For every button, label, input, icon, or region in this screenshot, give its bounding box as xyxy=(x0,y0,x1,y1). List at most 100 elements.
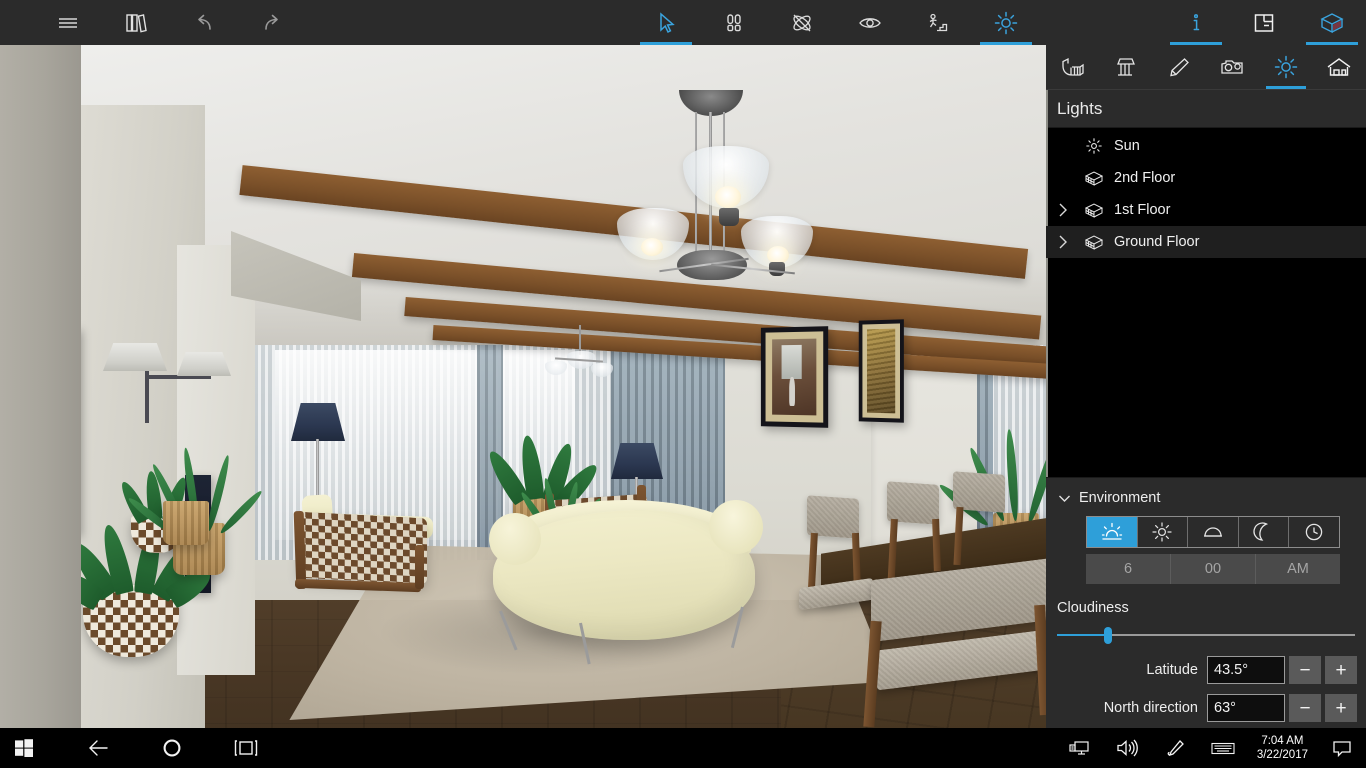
pencil-icon xyxy=(1170,58,1190,77)
chandelier-bulb xyxy=(715,186,741,208)
chandelier-bulb xyxy=(641,238,663,256)
time-hour-field[interactable]: 6 xyxy=(1086,554,1171,584)
toolbar-right-group xyxy=(1162,0,1366,45)
cortana-button[interactable] xyxy=(148,728,196,768)
tab-building[interactable] xyxy=(1313,45,1366,89)
painting-canvas xyxy=(772,338,817,416)
view-tool-button[interactable] xyxy=(836,0,904,45)
redo-button[interactable] xyxy=(238,0,306,45)
right-side-panel: Lights Sun 2nd Floor 1st Floor Ground Fl… xyxy=(1046,45,1366,728)
main-toolbar xyxy=(0,0,1366,45)
tray-pen-button[interactable] xyxy=(1151,728,1199,768)
back-button[interactable] xyxy=(74,728,122,768)
library-button[interactable] xyxy=(102,0,170,45)
tree-empty-area xyxy=(1046,258,1366,446)
environment-preset-group xyxy=(1086,516,1340,548)
chevron-right-icon[interactable] xyxy=(1046,234,1080,250)
circle-icon xyxy=(163,739,181,757)
task-view-button[interactable] xyxy=(222,728,270,768)
inspector-button[interactable] xyxy=(1162,0,1230,45)
environment-time-group: 6 00 AM xyxy=(1086,554,1340,584)
hamburger-icon xyxy=(59,17,77,28)
environment-section: Environment 6 00 AM Cloudiness Latitude … xyxy=(1046,477,1366,728)
paint-roller-icon xyxy=(1117,58,1135,76)
app-window: › xyxy=(0,0,1366,768)
hamburger-menu-button[interactable] xyxy=(34,0,102,45)
floor-stack-icon xyxy=(1080,201,1108,219)
tree-item-sun[interactable]: Sun xyxy=(1046,130,1366,162)
camera-icon xyxy=(1220,60,1243,74)
preset-sunset-button[interactable] xyxy=(1188,517,1239,547)
3d-render-viewport[interactable]: › xyxy=(0,45,1046,728)
floor-plan-view-button[interactable] xyxy=(1230,0,1298,45)
north-direction-decrement-button[interactable]: − xyxy=(1289,694,1321,722)
room-interior xyxy=(81,45,1046,728)
latitude-decrement-button[interactable]: − xyxy=(1289,656,1321,684)
orbit-atom-icon xyxy=(793,14,811,31)
windows-logo-icon xyxy=(15,739,33,757)
tree-item-label: Ground Floor xyxy=(1114,234,1200,250)
north-direction-input[interactable]: 63° xyxy=(1207,694,1285,722)
tab-lights[interactable] xyxy=(1259,45,1312,89)
preset-custom-time-button[interactable] xyxy=(1289,517,1339,547)
painting-canvas xyxy=(867,328,896,414)
tree-item-2nd-floor[interactable]: 2nd Floor xyxy=(1046,162,1366,194)
clock-time: 7:04 AM xyxy=(1261,735,1304,747)
sconce-lampshade xyxy=(177,352,231,376)
rendered-scene: › xyxy=(0,45,1046,728)
tree-item-label: 1st Floor xyxy=(1114,202,1171,218)
framed-painting xyxy=(760,326,829,428)
orbit-tool-button[interactable] xyxy=(768,0,836,45)
action-center-button[interactable] xyxy=(1318,728,1366,768)
slider-thumb[interactable] xyxy=(1103,627,1112,644)
undo-arrow-icon xyxy=(198,14,211,30)
armchair-wood-frame xyxy=(415,545,424,589)
sun-small-icon xyxy=(1080,137,1108,155)
moon-icon xyxy=(1253,522,1268,541)
cloudiness-slider[interactable] xyxy=(1057,624,1355,646)
clock-date: 3/22/2017 xyxy=(1256,749,1308,761)
chevron-right-icon[interactable] xyxy=(1046,202,1080,218)
eye-icon xyxy=(859,17,881,28)
tray-keyboard-button[interactable] xyxy=(1199,728,1247,768)
latitude-label: Latitude xyxy=(1146,662,1198,678)
preset-night-button[interactable] xyxy=(1239,517,1290,547)
lights-tree: Sun 2nd Floor 1st Floor Ground Floor xyxy=(1046,128,1366,446)
tray-network-button[interactable] xyxy=(1055,728,1103,768)
tree-item-1st-floor[interactable]: 1st Floor xyxy=(1046,194,1366,226)
lighting-tool-button[interactable] xyxy=(972,0,1040,45)
speaker-icon xyxy=(1117,739,1138,757)
environment-collapse-toggle[interactable]: Environment xyxy=(1046,490,1366,516)
tab-materials[interactable] xyxy=(1099,45,1152,89)
hand-pointer-icon xyxy=(1062,57,1084,76)
time-meridiem-field[interactable]: AM xyxy=(1256,554,1340,584)
house-icon xyxy=(1327,58,1351,76)
three-d-view-button[interactable] xyxy=(1298,0,1366,45)
latitude-input[interactable]: 43.5° xyxy=(1207,656,1285,684)
preset-sunrise-button[interactable] xyxy=(1087,517,1138,547)
clock-icon xyxy=(1305,523,1323,541)
taskbar-clock[interactable]: 7:04 AM 3/22/2017 xyxy=(1247,734,1318,762)
chevron-down-icon xyxy=(1059,495,1070,502)
preset-noon-button[interactable] xyxy=(1138,517,1189,547)
latitude-increment-button[interactable]: + xyxy=(1325,656,1357,684)
sun-icon xyxy=(1152,522,1172,542)
tab-objects[interactable] xyxy=(1046,45,1099,89)
tab-cameras[interactable] xyxy=(1206,45,1259,89)
start-button[interactable] xyxy=(0,728,48,768)
person-stairs-icon xyxy=(929,13,948,31)
time-minute-field[interactable]: 00 xyxy=(1171,554,1256,584)
tab-edit[interactable] xyxy=(1153,45,1206,89)
walkthrough-tool-button[interactable] xyxy=(700,0,768,45)
tray-volume-button[interactable] xyxy=(1103,728,1151,768)
framed-painting xyxy=(858,319,904,423)
cloudiness-label: Cloudiness xyxy=(1057,600,1129,616)
north-direction-increment-button[interactable]: + xyxy=(1325,694,1357,722)
redo-arrow-icon xyxy=(265,14,278,30)
elevation-tool-button[interactable] xyxy=(904,0,972,45)
chandelier xyxy=(617,90,841,325)
select-tool-button[interactable] xyxy=(632,0,700,45)
tree-item-ground-floor[interactable]: Ground Floor xyxy=(1046,226,1366,258)
sofa-arm-left xyxy=(489,513,541,565)
undo-button[interactable] xyxy=(170,0,238,45)
